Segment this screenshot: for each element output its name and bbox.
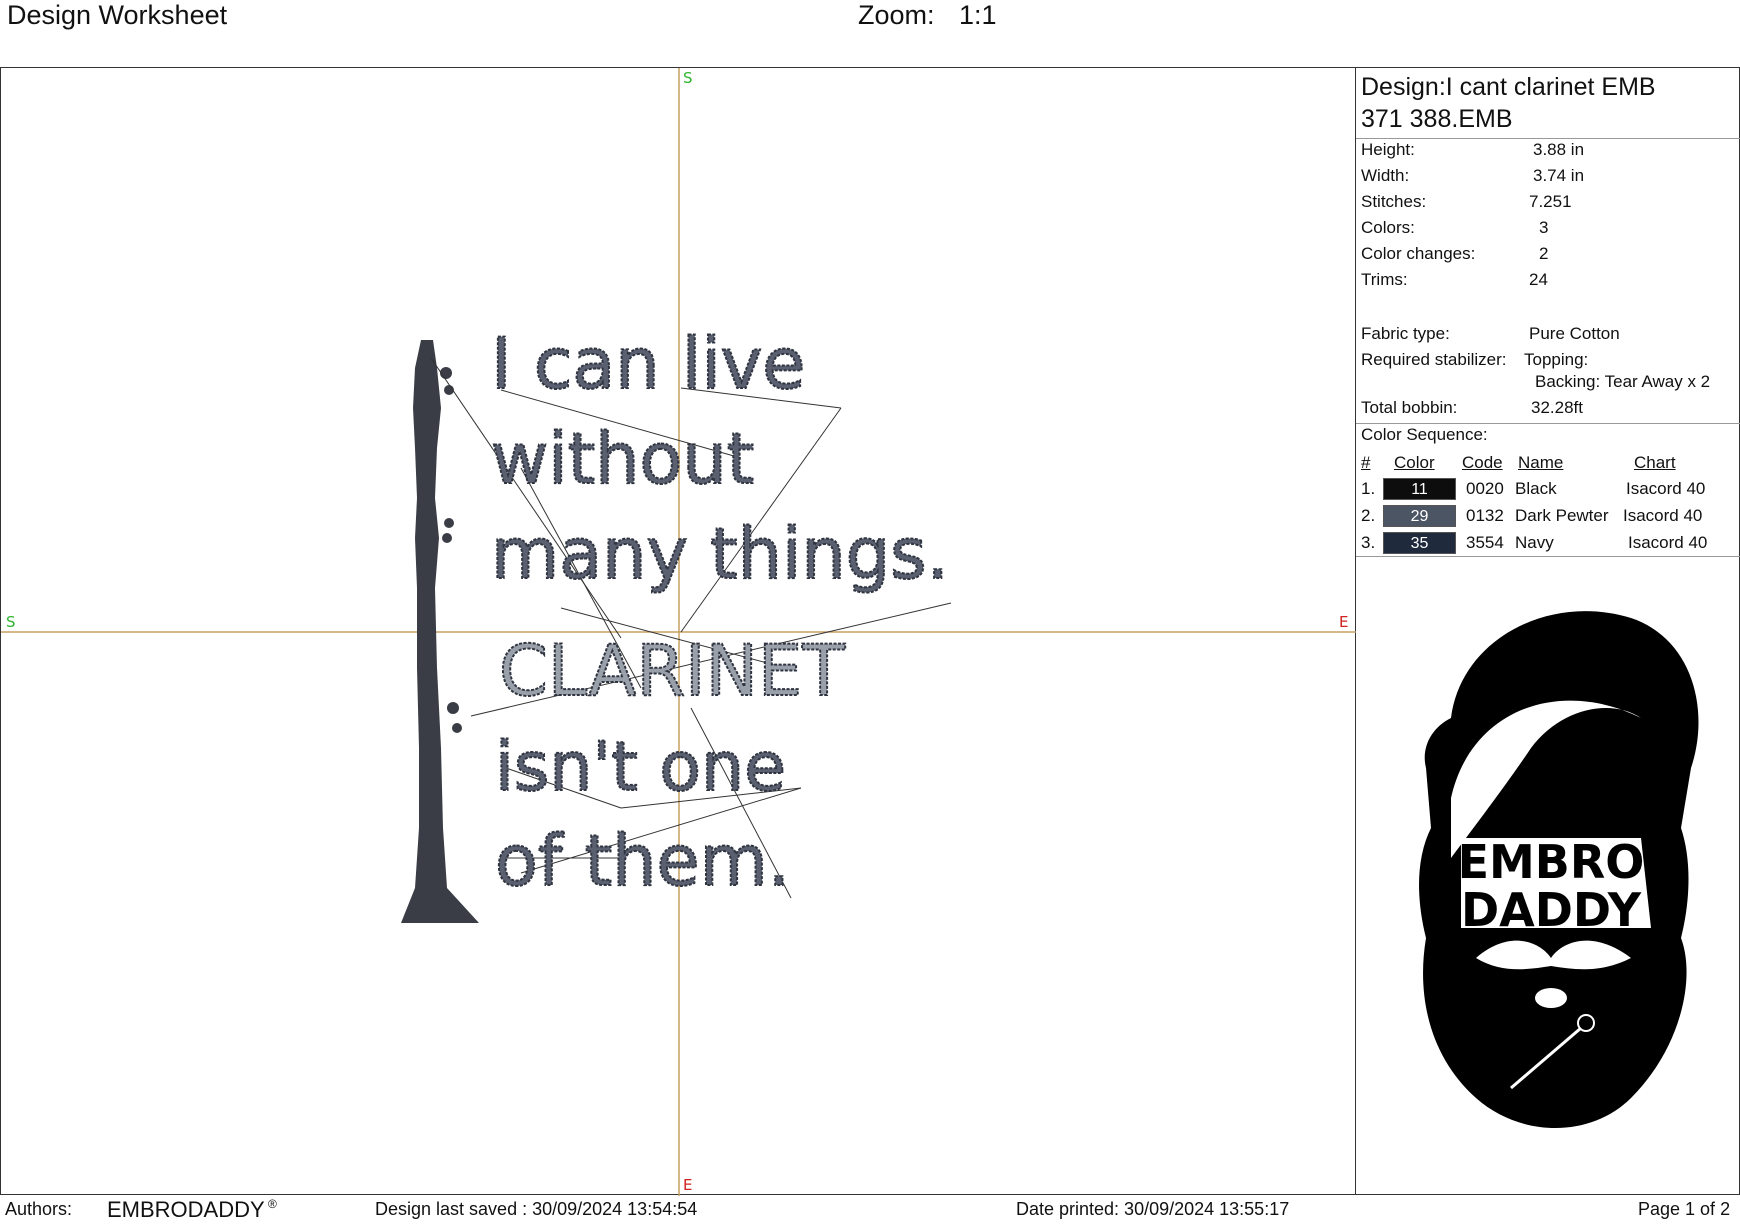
stat-value: 3.74 in (1533, 166, 1585, 185)
stat-trims: Trims: 24 (1361, 270, 1736, 292)
axis-mark-left: S (6, 613, 16, 631)
design-line-6: of them. (495, 820, 790, 902)
seq-header-chart: Chart (1634, 453, 1676, 472)
fabric-value: Pure Cotton (1529, 324, 1620, 343)
design-text: I can live without many things. CLARINET… (490, 322, 950, 903)
color-sequence-title: Color Sequence: (1361, 425, 1488, 444)
embrodaddy-logo: EMBRO DADDY (1419, 611, 1699, 1128)
color-name: Dark Pewter (1515, 506, 1609, 525)
design-title: Design:I cant clarinet EMB (1361, 73, 1656, 101)
design-canvas[interactable]: I can live without many things. CLARINET… (0, 67, 1357, 1196)
page-number: Page 1 of 2 (1638, 1199, 1731, 1219)
color-num: 1. (1361, 479, 1376, 498)
design-line-5: isn't one (495, 728, 786, 807)
stat-colors: Colors: 3 (1361, 218, 1736, 240)
color-name: Black (1515, 479, 1557, 498)
color-code: 3554 (1466, 533, 1504, 552)
bobbin-value: 32.28ft (1531, 398, 1583, 417)
seq-header-num: # (1361, 453, 1371, 472)
app-title: Design Worksheet (7, 0, 228, 30)
authors-value: EMBRODADDY (107, 1197, 265, 1222)
zoom-value[interactable]: 1:1 (959, 0, 997, 31)
color-chart: Isacord 40 (1626, 479, 1706, 498)
stat-label: Height: (1361, 140, 1415, 159)
stat-width: Width: 3.74 in (1361, 166, 1736, 188)
required-stabilizer: Required stabilizer: Topping: (1361, 350, 1736, 372)
divider (1356, 138, 1740, 139)
design-file-name: 371 388.EMB (1361, 105, 1513, 133)
seq-header-code: Code (1462, 453, 1503, 472)
topping-label: Topping: (1524, 350, 1589, 369)
color-code: 0132 (1466, 506, 1504, 525)
zoom-label: Zoom: (858, 0, 935, 30)
design-line-3: many things. (491, 513, 949, 595)
stat-height: Height: 3.88 in (1361, 140, 1736, 162)
divider (1356, 556, 1740, 557)
axis-mark-right: E (1339, 613, 1349, 631)
stat-label: Width: (1361, 166, 1410, 185)
header: Design Worksheet Zoom: 1:1 (0, 0, 1740, 66)
color-num: 2. (1361, 506, 1376, 525)
design-line-1: I can live (491, 323, 805, 405)
total-bobbin: Total bobbin: 32.28ft (1361, 398, 1736, 420)
fabric-label: Fabric type: (1361, 324, 1450, 343)
color-swatch: 11 (1383, 478, 1456, 500)
color-chart: Isacord 40 (1628, 533, 1708, 552)
color-code: 0020 (1466, 479, 1504, 498)
stat-value: 24 (1529, 270, 1548, 289)
color-swatch: 29 (1383, 505, 1456, 527)
authors-label: Authors: (5, 1199, 73, 1219)
stabilizer-label: Required stabilizer: (1361, 350, 1507, 369)
bobbin-label: Total bobbin: (1361, 398, 1458, 417)
stat-label: Color changes: (1361, 244, 1476, 263)
seq-header-name: Name (1518, 453, 1564, 472)
color-row: 3. 35 3554 Navy Isacord 40 (1356, 532, 1740, 556)
stat-label: Trims: (1361, 270, 1408, 289)
date-printed: Date printed: 30/09/2024 13:55:17 (1016, 1199, 1290, 1219)
divider (1356, 423, 1740, 424)
color-swatch: 35 (1383, 532, 1456, 554)
color-name: Navy (1515, 533, 1554, 552)
axis-mark-top: S (683, 69, 693, 87)
logo-line-2: DADDY (1461, 883, 1642, 937)
fabric-type: Fabric type: Pure Cotton (1361, 324, 1736, 346)
backing-value: Backing: Tear Away x 2 (1535, 372, 1711, 391)
design-line-2: without (491, 418, 754, 500)
color-row: 1. 11 0020 Black Isacord 40 (1356, 478, 1740, 502)
design-last-saved: Design last saved : 30/09/2024 13:54:54 (375, 1199, 698, 1219)
seq-header-color: Color (1394, 453, 1435, 472)
design-line-4: CLARINET (499, 630, 845, 712)
stat-color-changes: Color changes: 2 (1361, 244, 1736, 266)
design-info-panel: Design:I cant clarinet EMB 371 388.EMB H… (1356, 67, 1740, 1195)
stat-label: Colors: (1361, 218, 1415, 237)
stat-label: Stitches: (1361, 192, 1427, 211)
registered-mark: ® (268, 1197, 277, 1211)
footer: Authors: EMBRODADDY ® Design last saved … (0, 1195, 1740, 1226)
stat-stitches: Stitches: 7.251 (1361, 192, 1736, 214)
stat-value: 3.88 in (1533, 140, 1585, 159)
design-preview: I can live without many things. CLARINET… (1, 68, 1357, 1196)
stat-value: 3 (1539, 218, 1549, 237)
axis-mark-bottom: E (683, 1176, 693, 1194)
stat-value: 2 (1539, 244, 1549, 263)
color-row: 2. 29 0132 Dark Pewter Isacord 40 (1356, 505, 1740, 529)
stat-value: 7.251 (1529, 192, 1572, 211)
color-num: 3. (1361, 533, 1376, 552)
logo-line-1: EMBRO (1458, 835, 1645, 889)
color-chart: Isacord 40 (1623, 506, 1703, 525)
